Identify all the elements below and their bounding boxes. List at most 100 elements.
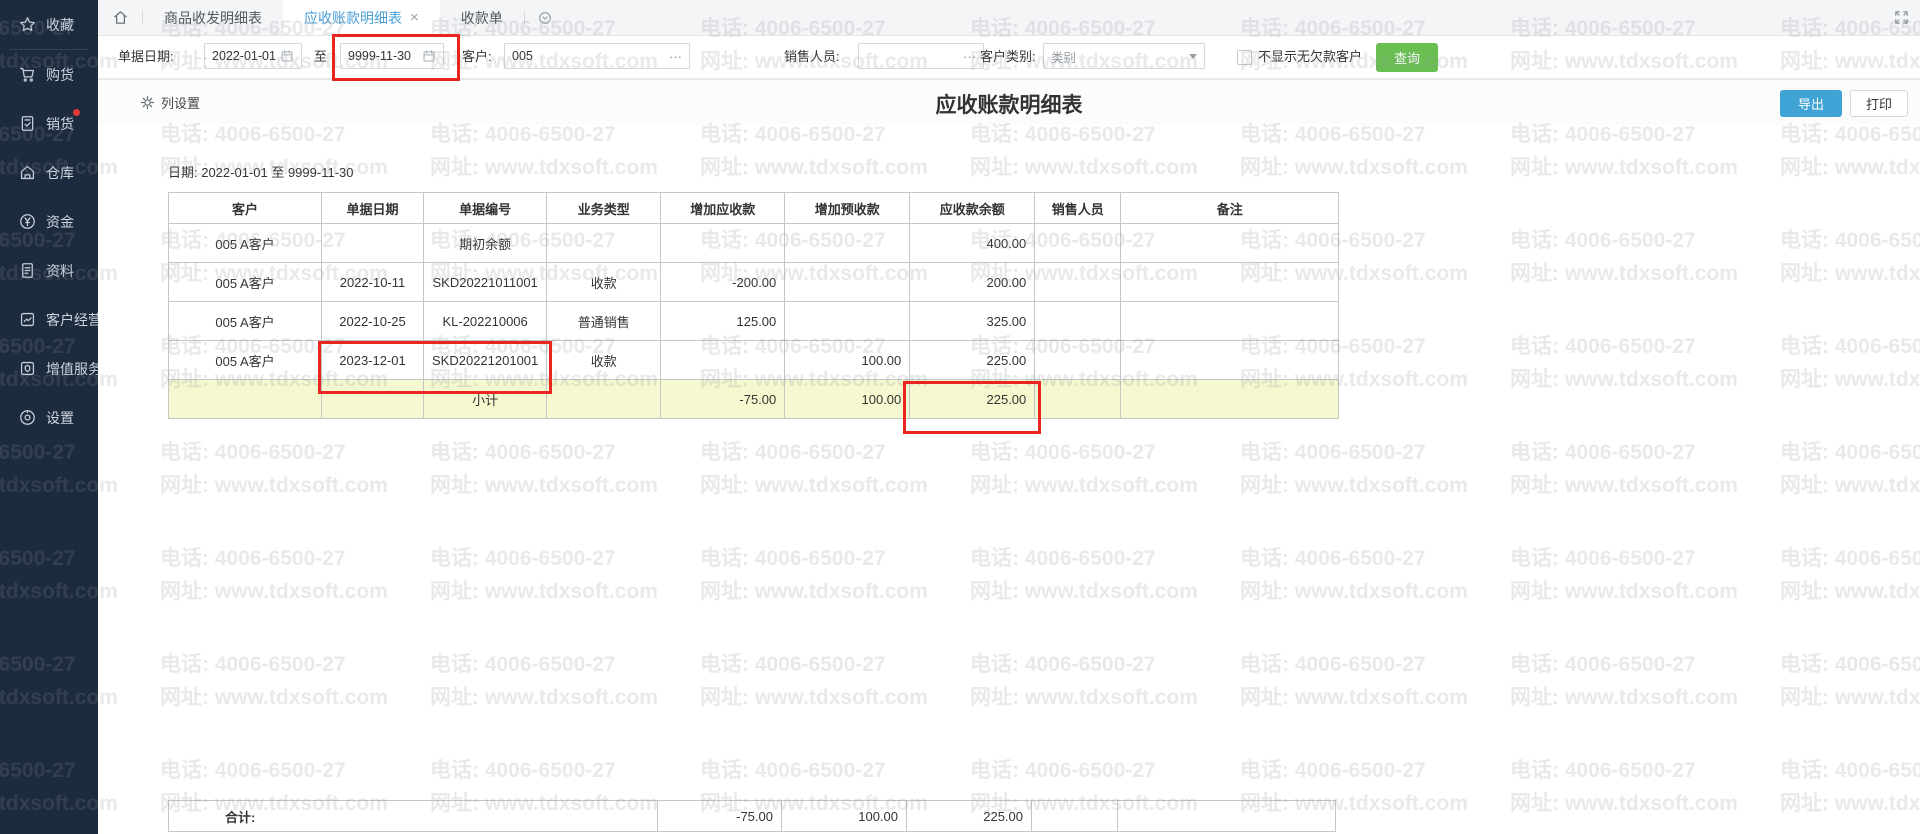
column-header[interactable]: 备注	[1121, 193, 1339, 224]
customer-input[interactable]: 005 ···	[504, 43, 690, 69]
column-header[interactable]: 单据编号	[424, 193, 547, 224]
circle-chevron-down-icon[interactable]	[537, 10, 553, 26]
chevron-down-icon	[1189, 54, 1197, 59]
total-row: 合计: -75.00 100.00 225.00	[169, 801, 1336, 832]
sidebar-item-label: 购货	[46, 65, 74, 85]
sidebar-item-8[interactable]: 设置	[0, 393, 98, 442]
table-cell	[1121, 341, 1339, 380]
sidebar-item-label: 设置	[46, 408, 74, 428]
table-cell: 小计	[424, 380, 547, 419]
table-row-3[interactable]: 005 A客户2023-12-01SKD20221201001收款100.002…	[169, 341, 1339, 380]
table-cell	[1121, 224, 1339, 263]
search-button[interactable]: 查询	[1376, 43, 1438, 72]
sidebar-item-0[interactable]: 收藏	[0, 0, 98, 49]
table-header-row: 客户单据日期单据编号业务类型增加应收款增加预收款应收款余额销售人员备注	[169, 193, 1339, 224]
table-cell: 200.00	[910, 263, 1035, 302]
date-to-value: 9999-11-30	[348, 49, 411, 63]
tab-0[interactable]: 商品收发明细表	[143, 0, 283, 35]
hide-no-debt-label: 不显示无欠款客户	[1258, 36, 1362, 78]
sidebar-item-6[interactable]: 客户经营	[0, 295, 98, 344]
table-cell	[1035, 263, 1121, 302]
table-cell	[785, 263, 910, 302]
table-cell: 225.00	[910, 341, 1035, 380]
sidebar-item-3[interactable]: 仓库	[0, 148, 98, 197]
table-row-4[interactable]: 小计-75.00100.00225.00	[169, 380, 1339, 419]
table-cell: 收款	[547, 263, 661, 302]
tab-2[interactable]: 收款单	[440, 0, 524, 35]
salesperson-input[interactable]: ···	[858, 43, 984, 69]
tab-label: 收款单	[461, 8, 503, 28]
table-cell	[322, 224, 424, 263]
column-header[interactable]: 增加预收款	[785, 193, 910, 224]
page-title: 应收账款明细表	[98, 89, 1920, 119]
export-button[interactable]: 导出	[1780, 90, 1842, 117]
table-cell	[661, 224, 785, 263]
home-icon[interactable]	[98, 9, 142, 26]
sidebar-item-2[interactable]: 销货	[0, 99, 98, 148]
customer-type-select[interactable]: 类别	[1043, 43, 1205, 69]
fullscreen-icon[interactable]	[1893, 9, 1910, 26]
column-header[interactable]: 单据日期	[322, 193, 424, 224]
column-header[interactable]: 销售人员	[1035, 193, 1121, 224]
table-cell	[1035, 380, 1121, 419]
customer-type-label: 客户类别:	[980, 36, 1036, 78]
table-cell	[1121, 380, 1339, 419]
total-balance: 225.00	[907, 801, 1032, 832]
table-cell: 400.00	[910, 224, 1035, 263]
sidebar-item-label: 资料	[46, 261, 74, 281]
table-cell	[1032, 801, 1118, 832]
table-cell	[1035, 224, 1121, 263]
app-window: 电话: 4006-6500-27网址: www.tdxsoft.com电话: 4…	[0, 0, 1920, 834]
table-row-0[interactable]: 005 A客户 期初余额 400.00	[169, 224, 1339, 263]
table-cell: 005 A客户	[169, 224, 322, 263]
sidebar-item-label: 客户经营	[46, 310, 102, 330]
table-cell: 期初余额	[424, 224, 547, 263]
tool-band: 列设置 应收账款明细表 导出 打印	[98, 79, 1920, 125]
table-cell: 2022-10-11	[322, 263, 424, 302]
close-tab-icon[interactable]: ×	[410, 10, 419, 25]
calendar-icon	[280, 49, 294, 63]
tab-label: 商品收发明细表	[164, 8, 262, 28]
sidebar-item-5[interactable]: 资料	[0, 246, 98, 295]
table-cell: 225.00	[910, 380, 1035, 419]
table-cell: KL-202210006	[424, 302, 547, 341]
table-cell	[169, 380, 322, 419]
sidebar-item-7[interactable]: 增值服务	[0, 344, 98, 393]
ellipsis-icon[interactable]: ···	[669, 49, 682, 64]
settings-icon	[17, 408, 37, 428]
table-row-2[interactable]: 005 A客户2022-10-25KL-202210006普通销售125.003…	[169, 302, 1339, 341]
table-cell	[661, 341, 785, 380]
table-cell	[1118, 801, 1336, 832]
date-from-input[interactable]: 2022-01-01	[204, 43, 302, 69]
print-button[interactable]: 打印	[1850, 90, 1908, 117]
money-icon	[17, 212, 37, 232]
table-cell: SKD20221011001	[424, 263, 547, 302]
column-header[interactable]: 增加应收款	[661, 193, 785, 224]
hide-no-debt-checkbox[interactable]	[1237, 50, 1252, 65]
salesperson-label: 销售人员:	[784, 36, 840, 78]
table-cell	[1121, 302, 1339, 341]
total-add-prepaid: 100.00	[782, 801, 907, 832]
table-cell: 100.00	[785, 380, 910, 419]
table-cell	[785, 302, 910, 341]
sidebar-item-1[interactable]: 购货	[0, 50, 98, 99]
date-to-input[interactable]: 9999-11-30	[340, 43, 444, 69]
report-content: 日期: 2022-01-01 至 9999-11-30 客户单据日期单据编号业务…	[98, 124, 1920, 834]
date-label: 单据日期:	[118, 36, 174, 78]
customer-chart-icon	[17, 310, 37, 330]
data-doc-icon	[17, 261, 37, 281]
ellipsis-icon[interactable]: ···	[963, 49, 976, 64]
table-row-1[interactable]: 005 A客户2022-10-11SKD20221011001收款-200.00…	[169, 263, 1339, 302]
sidebar-item-4[interactable]: 资金	[0, 197, 98, 246]
notification-dot-icon	[73, 109, 80, 116]
table-cell: 325.00	[910, 302, 1035, 341]
table-cell	[322, 380, 424, 419]
column-header[interactable]: 业务类型	[547, 193, 661, 224]
report-table[interactable]: 客户单据日期单据编号业务类型增加应收款增加预收款应收款余额销售人员备注005 A…	[168, 192, 1339, 419]
sidebar-item-label: 仓库	[46, 163, 74, 183]
tab-1[interactable]: 应收账款明细表 ×	[283, 0, 440, 35]
column-header[interactable]: 客户	[169, 193, 322, 224]
column-header[interactable]: 应收款余额	[910, 193, 1035, 224]
total-add-receivable: -75.00	[658, 801, 782, 832]
sidebar-item-label: 增值服务	[46, 359, 102, 379]
